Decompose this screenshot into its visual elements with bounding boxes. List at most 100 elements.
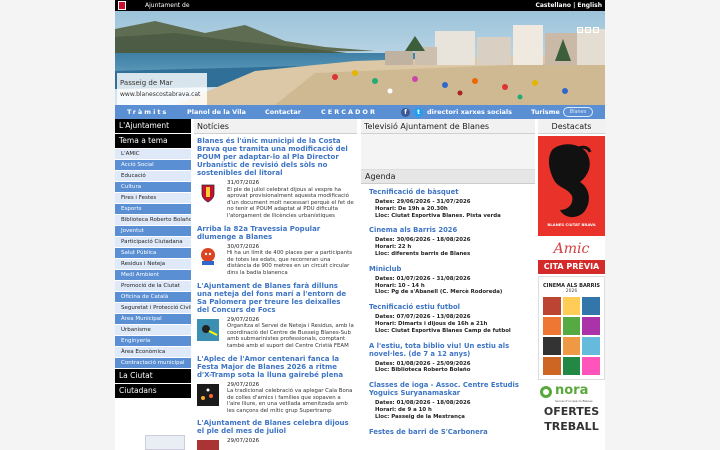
slide-dot-1[interactable] <box>577 27 583 33</box>
agenda-event-details: Dates: 07/07/2026 - 13/08/2026 Horari: Di… <box>369 314 532 334</box>
blanes-tourism-logo[interactable]: Blanes <box>563 107 593 117</box>
page-background: Ajuntament de Castellano | English Passe… <box>0 0 720 450</box>
sidebar-item[interactable]: Fires i Festes <box>115 193 191 204</box>
news-date: 29/07/2026 <box>227 438 260 445</box>
sidebar-item[interactable]: Cultura <box>115 182 191 193</box>
nav-tramits[interactable]: Tràmits <box>127 105 168 119</box>
news-title-link[interactable]: L'Ajuntament de Blanes celebra dijous el… <box>197 419 354 435</box>
section-ciutadans[interactable]: Ciutadans <box>115 384 191 398</box>
news-body: 29/07/2026 <box>197 438 354 450</box>
news-item: Arriba la 82a Travessia Popular dlumenge… <box>194 222 357 279</box>
sidebar-item[interactable]: Acció Social <box>115 160 191 171</box>
agenda-event-hours: Horari: 22 h <box>375 244 412 251</box>
sidebar-item[interactable]: Biblioteca Roberto Bolaño <box>115 215 191 226</box>
sidebar-item[interactable]: Enginyeria <box>115 336 191 347</box>
news-date: 29/07/2026 <box>227 316 260 323</box>
caption-url: www.blanescostabrava.cat <box>120 91 201 98</box>
nav-cercador[interactable]: CERCADOR <box>321 105 377 119</box>
sidebar-item[interactable]: Joventut <box>115 226 191 237</box>
news-header: Notícies <box>194 119 357 134</box>
sidebar-item[interactable]: Medi Ambient <box>115 270 191 281</box>
agenda-event-hours: Horari: de 9 a 10 h <box>375 406 432 413</box>
diver-icon[interactable] <box>197 318 219 341</box>
nav-turisme[interactable]: Turisme <box>531 105 560 119</box>
agenda-event-details: Dates: 01/07/2026 - 31/08/2026 Horari: 10… <box>369 276 532 296</box>
agenda-event: Classes de ioga - Assoc. Centre Estudis … <box>361 377 535 423</box>
featured-header: Destacats <box>538 119 605 134</box>
sidebar-item[interactable]: Àrea Municipal <box>115 314 191 325</box>
agenda-event-hours: Horari: De 19h a 20.30h <box>375 205 448 212</box>
sidebar-item[interactable]: Residus i Neteja <box>115 259 191 270</box>
agenda-event-details: Dates: 01/08/2026 - 18/08/2026 Horari: de… <box>369 400 532 420</box>
news-body: 30/07/2026 Hi ha un límit de 400 places p… <box>197 244 354 277</box>
agenda-event-title-link[interactable]: Festes de barri de S'Carbonera <box>369 428 532 436</box>
nora-logo: nora <box>555 383 589 398</box>
sidebar-item[interactable]: Seguretat i Protecció Civil <box>115 303 191 314</box>
featured-ciutat-brava[interactable]: BLANES CIUTAT BRAVA <box>538 136 605 236</box>
featured-cita-previa[interactable]: Amic CITA PRÈVIA <box>538 238 605 274</box>
tv-video-area[interactable] <box>361 134 535 170</box>
swimmer-icon[interactable] <box>197 246 219 268</box>
slide-dot-3[interactable] <box>593 27 599 33</box>
agenda-event-dates: Dates: 01/07/2026 - 31/08/2026 <box>375 275 471 282</box>
featured-ofertes-treball[interactable]: nora Servei d'ocupació Blanes OFERTES TR… <box>538 382 605 442</box>
agenda-event-details: Dates: 29/06/2026 - 31/07/2026 Horari: De… <box>369 199 532 219</box>
bull-silhouette-icon <box>548 144 592 218</box>
lang-castellano-link[interactable]: Castellano <box>535 2 571 9</box>
news-body: 29/07/2026 Organitza el Servei de Neteja … <box>197 317 354 350</box>
night-party-icon[interactable] <box>197 383 219 406</box>
lang-english-link[interactable]: English <box>577 2 602 9</box>
news-date: 31/07/2026 <box>227 180 260 186</box>
sidebar-thumbnail[interactable] <box>145 435 185 450</box>
agenda-event: Festes de barri de S'Carbonera <box>361 424 535 442</box>
town-shield-icon[interactable] <box>118 1 126 10</box>
tv-header[interactable]: Televisió Ajuntament de Blanes <box>361 119 535 134</box>
language-switcher: Castellano | English <box>535 0 602 11</box>
agenda-event-title-link[interactable]: Classes de ioga - Assoc. Centre Estudis … <box>369 381 532 397</box>
news-title-link[interactable]: Blanes és l'únic municipi de la Costa Br… <box>197 137 354 177</box>
nav-contactar[interactable]: Contactar <box>265 105 301 119</box>
facebook-icon[interactable]: f <box>401 108 410 117</box>
twitter-icon[interactable]: t <box>414 108 423 117</box>
news-title-link[interactable]: L'Ajuntament de Blanes farà dilluns una … <box>197 282 354 314</box>
agenda-event-place: Lloc: Pg de s'Abanell (C. Mercè Rodoreda… <box>375 289 503 296</box>
nav-directori[interactable]: directori xarxes socials <box>427 105 512 119</box>
agenda-event-title-link[interactable]: Tecnificació de bàsquet <box>369 188 532 196</box>
news-summary: La tradicional celebració va aplegar Cal… <box>227 388 353 414</box>
sidebar-item[interactable]: Educació <box>115 171 191 182</box>
sidebar-item[interactable]: Esports <box>115 204 191 215</box>
middle-column: Televisió Ajuntament de Blanes Agenda Te… <box>361 119 535 450</box>
news-text-block: 29/07/2026 Organitza el Servei de Neteja … <box>197 317 354 350</box>
slide-dot-2[interactable] <box>585 27 591 33</box>
agenda-event-title-link[interactable]: Cinema als Barris 2026 <box>369 226 532 234</box>
lang-separator: | <box>573 2 576 9</box>
agenda-event-place: Lloc: diferents barris de Blanes <box>375 250 471 257</box>
agenda-event-title-link[interactable]: A l'estiu, tota biblio viu! Un estiu als… <box>369 342 532 358</box>
featured-column: Destacats BLANES CIUTAT BRAVA Amic CITA … <box>538 119 605 450</box>
sidebar-item[interactable]: L'AMIC <box>115 149 191 160</box>
banner-caption: Passeig de Mar www.blanescostabrava.cat <box>117 73 207 105</box>
sidebar-item[interactable]: Participació Ciutadana <box>115 237 191 248</box>
tile1-caption: BLANES CIUTAT BRAVA <box>547 222 596 227</box>
sidebar-item[interactable]: Salut Pública <box>115 248 191 259</box>
agenda-event-title-link[interactable]: Tecnificació estiu futbol <box>369 303 532 311</box>
agenda-list: Tecnificació de bàsquet Dates: 29/06/2026… <box>361 184 535 442</box>
town-shield-icon[interactable] <box>197 182 219 204</box>
news-title-link[interactable]: L'Aplec de l'Amor centenari fanca la Fes… <box>197 355 354 379</box>
news-item: L'Ajuntament de Blanes farà dilluns una … <box>194 279 357 352</box>
featured-cinema-barris[interactable]: CINEMA ALS BARRIS 2026 <box>538 276 605 380</box>
agenda-event-title-link[interactable]: Miniclub <box>369 265 532 273</box>
sidebar-item[interactable]: Urbanisme <box>115 325 191 336</box>
sidebar-item[interactable]: Promoció de la Ciutat <box>115 281 191 292</box>
sidebar-item[interactable]: Àrea Econòmica <box>115 347 191 358</box>
section-tema[interactable]: Tema a tema <box>115 134 191 148</box>
news-text-block: 31/07/2026 El ple de juliol celebrat dijo… <box>197 180 354 220</box>
sidebar-item[interactable]: Oficina de Català <box>115 292 191 303</box>
sidebar-item[interactable]: Contractació municipal <box>115 358 191 369</box>
slideshow-controls <box>577 27 599 33</box>
section-ajuntament[interactable]: L'Ajuntament <box>115 119 191 133</box>
section-ciutat[interactable]: La Ciutat <box>115 369 191 383</box>
council-icon[interactable] <box>197 440 219 450</box>
news-title-link[interactable]: Arriba la 82a Travessia Popular dlumenge… <box>197 225 354 241</box>
nav-plano[interactable]: Planol de la Vila <box>187 105 246 119</box>
